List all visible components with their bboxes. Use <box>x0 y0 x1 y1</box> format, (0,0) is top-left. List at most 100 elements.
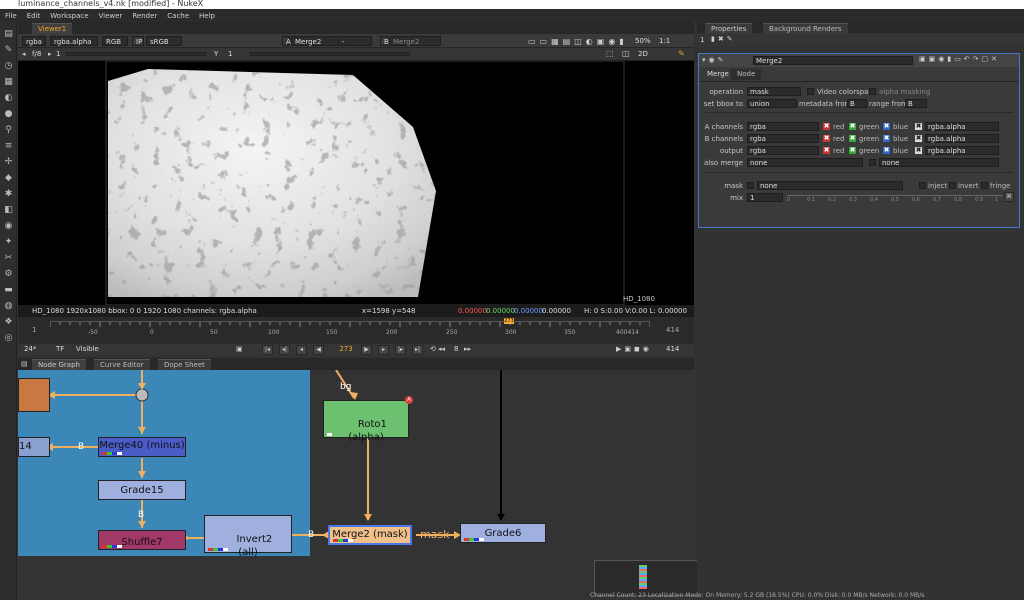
range-dropdown[interactable]: B <box>905 99 927 108</box>
node-14[interactable]: 14 <box>18 437 50 457</box>
fps-dropdown[interactable]: 24* <box>24 345 36 353</box>
transform-tool-icon[interactable]: ✢ <box>3 156 14 167</box>
output-dropdown[interactable]: rgba <box>747 146 819 155</box>
alpha-dropdown[interactable]: rgba.alpha <box>50 36 98 46</box>
mix-field[interactable]: 1 <box>747 193 783 202</box>
a-red-checkbox[interactable]: ✖ <box>823 123 830 130</box>
play-forward-button[interactable]: ▶ <box>361 345 372 355</box>
mask-checkbox[interactable] <box>747 182 754 189</box>
fstop-right-arrow-icon[interactable]: ▸ <box>48 50 52 58</box>
tab-dope-sheet[interactable]: Dope Sheet <box>158 359 211 370</box>
image-tool-icon[interactable]: ▤ <box>3 28 14 39</box>
roi-icon[interactable]: ⬚ <box>606 49 614 58</box>
pen-icon[interactable]: ✎ <box>678 49 685 58</box>
node-roto1[interactable]: Roto1 (alpha) <box>323 400 409 443</box>
menu-file[interactable]: File <box>0 12 22 20</box>
deep-tool-icon[interactable]: ◧ <box>3 204 14 215</box>
tab-node[interactable]: Node <box>731 69 762 80</box>
tab-properties[interactable]: Properties <box>705 23 753 34</box>
menu-cache[interactable]: Cache <box>162 12 194 20</box>
viewer-viewport[interactable]: HD_1080 <box>18 61 694 305</box>
also-merge-dropdown[interactable]: none <box>747 158 863 167</box>
particles-tool-icon[interactable]: ✱ <box>3 188 14 199</box>
gain-slider[interactable] <box>66 52 206 56</box>
merge-tool-icon[interactable]: ≡ <box>3 140 14 151</box>
menu-viewer[interactable]: Viewer <box>94 12 128 20</box>
operation-dropdown[interactable]: mask <box>747 87 801 96</box>
b-alpha-dropdown[interactable]: rgba.alpha <box>925 134 999 143</box>
out-alpha-checkbox[interactable]: ✖ <box>915 147 922 154</box>
alpha-masking-checkbox[interactable] <box>869 88 876 95</box>
a-input-dropdown[interactable]: Merge2 <box>291 36 343 46</box>
header-action-icons[interactable]: ▣▣◉▮▭↶↷▢✕ <box>919 55 1000 63</box>
tab-background-renders[interactable]: Background Renders <box>763 23 848 34</box>
menu-render[interactable]: Render <box>127 12 162 20</box>
b-red-checkbox[interactable]: ✖ <box>823 135 830 142</box>
menu-help[interactable]: Help <box>194 12 220 20</box>
a-blue-checkbox[interactable]: ✖ <box>883 123 890 130</box>
metadata-dropdown[interactable]: B <box>847 99 867 108</box>
node-grade6[interactable]: Grade6 <box>460 523 546 543</box>
inject-checkbox[interactable] <box>919 182 926 189</box>
animation-menu-icon[interactable]: ⌘ <box>1004 192 1014 202</box>
gamma-slider[interactable] <box>250 52 410 56</box>
out-green-checkbox[interactable]: ✖ <box>849 147 856 154</box>
gamma-value[interactable]: 1 <box>228 50 232 58</box>
read-node[interactable] <box>18 378 50 412</box>
step-forward-button[interactable]: ▸ <box>378 345 389 355</box>
increment-fwd-icon[interactable]: ▸▸ <box>464 345 471 353</box>
increment-icon[interactable]: ◂◂ <box>438 345 445 353</box>
properties-tool-icons[interactable]: ▮✖✎ <box>711 35 736 43</box>
other-tool-icon[interactable]: ⚙ <box>3 268 14 279</box>
also-merge-checkbox[interactable] <box>869 159 876 166</box>
a-channels-dropdown[interactable]: rgba <box>747 122 819 131</box>
timeline-ruler[interactable]: -50 0 50 100 150 200 250 300 350 400414 … <box>50 318 650 337</box>
draw-tool-icon[interactable]: ✎ <box>3 44 14 55</box>
cara-tool-icon[interactable]: ◎ <box>3 332 14 343</box>
play-backward-button[interactable]: ◀ <box>313 345 324 355</box>
first-frame-button[interactable]: |◂ <box>262 345 273 355</box>
output-alpha-dropdown[interactable]: rgba.alpha <box>925 146 999 155</box>
end-frame-field[interactable]: 414 <box>666 345 679 353</box>
fringe-checkbox[interactable] <box>981 182 988 189</box>
views-tool-icon[interactable]: ◉ <box>3 220 14 231</box>
a-alpha-checkbox[interactable]: ✖ <box>915 123 922 130</box>
b-green-checkbox[interactable]: ✖ <box>849 135 856 142</box>
channels-dropdown[interactable]: rgba <box>22 36 46 46</box>
tf-dropdown[interactable]: TF <box>56 345 64 353</box>
colorspace-dropdown[interactable]: sRGB <box>146 36 182 46</box>
out-red-checkbox[interactable]: ✖ <box>823 147 830 154</box>
furnace-tool-icon[interactable]: ▬ <box>3 284 14 295</box>
b-alpha-checkbox[interactable]: ✖ <box>915 135 922 142</box>
node-grade15[interactable]: Grade15 <box>98 480 186 500</box>
toolsets-tool-icon[interactable]: ✂ <box>3 252 14 263</box>
fstop-left-arrow-icon[interactable]: ◂ <box>22 50 26 58</box>
display-dropdown[interactable]: RGB <box>102 36 128 46</box>
loop-icon[interactable]: ⟲ <box>430 345 436 353</box>
metadata-tool-icon[interactable]: ✦ <box>3 236 14 247</box>
filter-tool-icon[interactable]: ● <box>3 108 14 119</box>
also-merge2-dropdown[interactable]: none <box>879 158 999 167</box>
bbox-dropdown[interactable]: union <box>747 99 797 108</box>
prev-keyframe-button[interactable]: ◂| <box>279 345 290 355</box>
timeline[interactable]: 1 -50 0 50 100 150 200 250 300 350 40041… <box>18 317 694 344</box>
tab-curve-editor[interactable]: Curve Editor <box>94 359 150 370</box>
frame-increment[interactable]: 1 <box>56 50 60 58</box>
keyer-tool-icon[interactable]: ⚲ <box>3 124 14 135</box>
range-lock-icon[interactable]: ▣ <box>236 345 243 353</box>
header-icons[interactable]: ▾◉✎ <box>702 56 727 64</box>
b-blue-checkbox[interactable]: ✖ <box>883 135 890 142</box>
tab-viewer1[interactable]: Viewer1 <box>32 23 73 34</box>
mask-dropdown[interactable]: none <box>757 181 903 190</box>
max-panels-field[interactable]: 1 <box>700 36 704 44</box>
a-green-checkbox[interactable]: ✖ <box>849 123 856 130</box>
last-frame-button[interactable]: ▸| <box>412 345 423 355</box>
3d-tool-icon[interactable]: ◆ <box>3 172 14 183</box>
a-alpha-dropdown[interactable]: rgba.alpha <box>925 122 999 131</box>
next-keyframe-button[interactable]: |▸ <box>395 345 406 355</box>
ocio-tool-icon[interactable]: ◍ <box>3 300 14 311</box>
panel-menu-icon[interactable]: ▤ <box>21 360 28 368</box>
playhead[interactable]: 273 <box>504 318 514 324</box>
current-frame-field[interactable]: 273 <box>334 345 358 355</box>
out-blue-checkbox[interactable]: ✖ <box>883 147 890 154</box>
